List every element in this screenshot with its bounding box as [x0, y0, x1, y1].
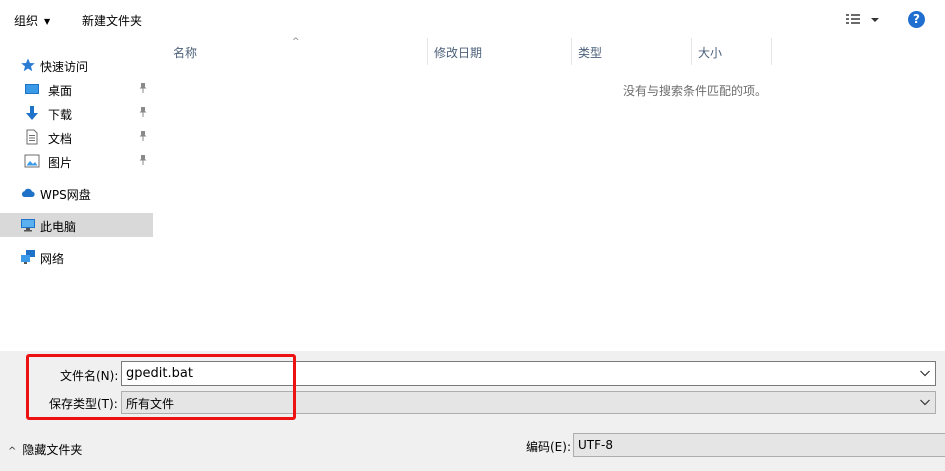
pictures-icon — [24, 154, 40, 168]
chevron-up-icon: ^ — [8, 446, 17, 457]
chevron-down-icon — [920, 399, 930, 406]
column-header-label: 大小 — [698, 46, 723, 60]
view-options-button[interactable] — [845, 12, 881, 28]
help-icon[interactable]: ? — [908, 11, 925, 28]
hide-folders-button[interactable]: ^ 隐藏文件夹 — [8, 441, 82, 458]
pin-icon[interactable] — [138, 130, 148, 142]
sidebar-item-downloads[interactable]: 下载 — [0, 101, 153, 125]
pin-icon[interactable] — [138, 154, 148, 166]
details-view-icon — [846, 14, 879, 24]
sidebar-item-documents[interactable]: 文档 — [0, 125, 153, 149]
sidebar-item-label: 下载 — [48, 108, 73, 122]
network-icon — [21, 250, 35, 264]
save-options-panel: 文件名(N): gpedit.bat 保存类型(T): 所有文件 ^ 隐藏文件夹 … — [0, 351, 945, 471]
column-header-name[interactable]: 名称 ^ — [153, 37, 428, 65]
pin-icon[interactable] — [138, 106, 148, 118]
sidebar-item-this-pc[interactable]: 此电脑 — [0, 213, 153, 237]
sidebar-item-label: 桌面 — [48, 84, 73, 98]
sidebar-item-label: 此电脑 — [40, 220, 77, 234]
filetype-value: 所有文件 — [126, 397, 175, 411]
sidebar-item-label: 网络 — [40, 252, 65, 266]
filetype-label: 保存类型(T): — [49, 397, 118, 411]
save-dialog: 组织 ▼ 新建文件夹 ? 快速访问 桌面 下载 文档 图片 WPS网盘 此电脑 … — [0, 0, 945, 471]
toolbar: 组织 ▼ 新建文件夹 ? — [0, 0, 945, 38]
hide-folders-label: 隐藏文件夹 — [22, 443, 83, 457]
sidebar-item-label: 图片 — [48, 156, 73, 170]
sidebar-item-network[interactable]: 网络 — [0, 245, 153, 269]
computer-icon — [21, 219, 35, 232]
column-header-size[interactable]: 大小 — [692, 38, 772, 65]
filename-input[interactable]: gpedit.bat — [121, 361, 936, 386]
filename-label: 文件名(N): — [60, 369, 119, 383]
sort-ascending-icon: ^ — [292, 37, 300, 47]
cloud-icon — [21, 188, 35, 197]
sidebar-item-quick-access[interactable]: 快速访问 — [0, 53, 153, 77]
column-header-label: 类型 — [578, 46, 603, 60]
sidebar-item-pictures[interactable]: 图片 — [0, 149, 153, 173]
sidebar-item-label: 文档 — [48, 132, 73, 146]
column-header-label: 修改日期 — [434, 46, 483, 60]
sidebar-item-label: 快速访问 — [40, 60, 89, 74]
column-header-type[interactable]: 类型 — [572, 38, 692, 65]
new-folder-button[interactable]: 新建文件夹 — [82, 12, 142, 29]
download-icon — [26, 106, 38, 120]
organize-label: 组织 — [14, 14, 39, 28]
column-header-date[interactable]: 修改日期 — [428, 38, 572, 65]
filename-value: gpedit.bat — [126, 366, 193, 381]
empty-message: 没有与搜索条件匹配的项。 — [622, 84, 767, 98]
encoding-select[interactable]: UTF-8 — [573, 433, 945, 457]
encoding-value: UTF-8 — [578, 438, 613, 452]
pin-icon[interactable] — [138, 82, 148, 94]
organize-button[interactable]: 组织 ▼ — [14, 12, 50, 29]
chevron-down-icon[interactable] — [919, 366, 931, 380]
caret-down-icon: ▼ — [44, 17, 51, 26]
filetype-select[interactable]: 所有文件 — [121, 391, 936, 414]
sidebar-item-label: WPS网盘 — [40, 188, 91, 202]
navigation-pane: 快速访问 桌面 下载 文档 图片 WPS网盘 此电脑 网络 — [0, 38, 153, 351]
file-list: 名称 ^ 修改日期 类型 大小 没有与搜索条件匹配的项。 — [153, 37, 945, 351]
document-icon — [26, 129, 38, 145]
desktop-icon — [25, 84, 39, 94]
sidebar-item-wps-drive[interactable]: WPS网盘 — [0, 181, 153, 205]
star-icon — [21, 58, 35, 72]
column-header-label: 名称 — [173, 46, 198, 60]
sidebar-item-desktop[interactable]: 桌面 — [0, 77, 153, 101]
encoding-label: 编码(E): — [526, 440, 571, 454]
